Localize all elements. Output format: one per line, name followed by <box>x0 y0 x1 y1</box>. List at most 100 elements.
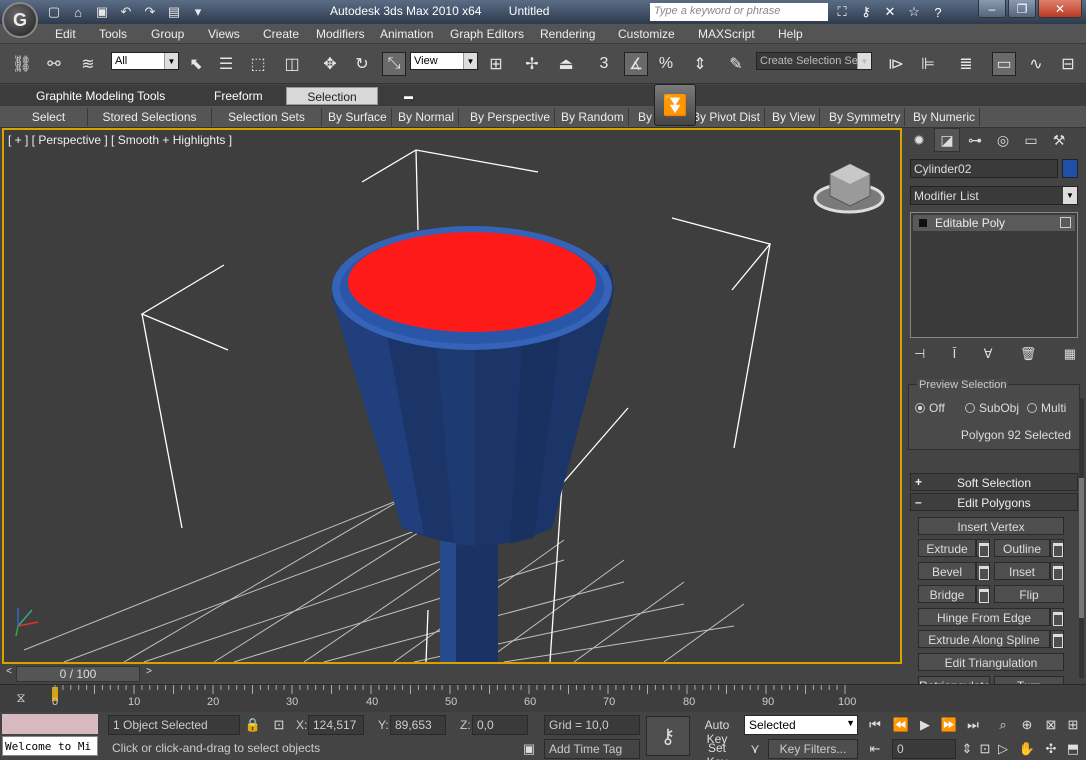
hierarchy-tab-icon[interactable]: ⊶ <box>962 128 988 152</box>
menu-customize[interactable]: Customize <box>618 27 675 41</box>
qa-dropdown-icon[interactable]: ▾ <box>188 2 208 22</box>
by-perspective-button[interactable]: By Perspective <box>466 108 556 126</box>
motion-tab-icon[interactable]: ◎ <box>990 128 1016 152</box>
key-mode-toggle-icon[interactable]: ⋎ <box>746 740 764 758</box>
flip-button[interactable]: Flip <box>994 585 1064 603</box>
bind-spacewarp-icon[interactable]: ≋ <box>76 52 100 76</box>
time-config-icon[interactable]: ⊡ <box>976 740 994 758</box>
new-file-icon[interactable]: ▢ <box>44 2 64 22</box>
menu-views[interactable]: Views <box>208 27 240 41</box>
by-pivot-dist-button[interactable]: By Pivot Dist <box>688 108 766 126</box>
edit-triangulation-button[interactable]: Edit Triangulation <box>918 653 1064 671</box>
select-manipulate-icon[interactable]: ✢ <box>520 52 544 76</box>
perspective-viewport[interactable]: [ + ] [ Perspective ] [ Smooth + Highlig… <box>2 128 902 664</box>
field-of-view-icon[interactable]: ▷ <box>994 740 1012 758</box>
outline-button[interactable]: Outline <box>994 539 1050 557</box>
edit-named-sel-icon[interactable]: ✎ <box>724 52 748 76</box>
by-view-button[interactable]: By View <box>768 108 821 126</box>
bridge-button[interactable]: Bridge <box>918 585 976 603</box>
scale-icon[interactable]: ⤡ <box>382 52 406 76</box>
scrollbar-thumb[interactable] <box>1079 478 1084 618</box>
rect-selection-icon[interactable]: ⬚ <box>246 52 270 76</box>
add-time-tag-button[interactable]: Add Time Tag <box>544 739 640 759</box>
welcome-text[interactable]: Welcome to Mi <box>2 736 98 756</box>
modifier-list-select[interactable]: Modifier List ▼ <box>910 186 1078 205</box>
menu-create[interactable]: Create <box>263 27 299 41</box>
undo-icon[interactable]: ↶ <box>116 2 136 22</box>
preview-subobj-radio[interactable]: SubObj <box>965 401 1019 415</box>
select-button[interactable]: Select <box>10 108 88 126</box>
make-unique-icon[interactable]: ∀ <box>984 346 993 364</box>
menu-edit[interactable]: Edit <box>55 27 76 41</box>
command-panel-scrollbar[interactable] <box>1079 398 1084 678</box>
expand-icon[interactable] <box>919 219 927 227</box>
selection-sets-button[interactable]: Selection Sets <box>212 108 322 126</box>
by-random-button[interactable]: By Random <box>557 108 629 126</box>
link-icon[interactable]: ⛓ <box>10 52 34 76</box>
time-tag-icon[interactable]: ▣ <box>520 740 538 758</box>
ribbon-minimize-icon[interactable]: ▬ <box>396 87 421 105</box>
next-frame-icon[interactable]: ⏩ <box>940 716 958 734</box>
menu-tools[interactable]: Tools <box>99 27 127 41</box>
named-selection-input[interactable]: Create Selection Se ▼ <box>756 52 872 70</box>
zoom-extents-all-icon[interactable]: ⊞ <box>1064 716 1082 734</box>
snap-3d-icon[interactable]: 3 <box>592 52 616 76</box>
object-name-field[interactable]: Cylinder02 <box>910 159 1058 178</box>
schematic-view-icon[interactable]: ⊟ <box>1056 52 1080 76</box>
hinge-from-edge-button[interactable]: Hinge From Edge <box>918 608 1050 626</box>
create-tab-icon[interactable]: ✹ <box>906 128 932 152</box>
keyboard-shortcut-icon[interactable]: ⏏ <box>554 52 578 76</box>
configure-sets-icon[interactable]: ▦ <box>1064 346 1076 364</box>
auto-key-button[interactable]: Auto Key <box>692 716 742 746</box>
track-bar[interactable]: ⧖ 10 20 30 40 50 60 70 80 90 100 0 <box>0 684 1086 712</box>
layer-manager-icon[interactable]: ≣ <box>954 52 978 76</box>
menu-group[interactable]: Group <box>151 27 184 41</box>
binoculars-icon[interactable]: ⛶ <box>832 2 852 22</box>
utilities-tab-icon[interactable]: ⚒ <box>1046 128 1072 152</box>
track-ruler[interactable]: 10 20 30 40 50 60 70 80 90 100 0 <box>52 685 902 713</box>
app-menu-logo[interactable]: G <box>2 2 38 38</box>
tab-selection[interactable]: Selection <box>286 87 378 105</box>
key-filters-button[interactable]: Key Filters... <box>768 739 858 759</box>
menu-help[interactable]: Help <box>778 27 803 41</box>
save-icon[interactable]: ▣ <box>92 2 112 22</box>
by-surface-button[interactable]: By Surface <box>324 108 392 126</box>
remove-modifier-icon[interactable]: 🗑 <box>1020 346 1037 364</box>
tab-graphite-modeling[interactable]: Graphite Modeling Tools <box>28 87 173 105</box>
checkbox-icon[interactable] <box>1060 217 1071 228</box>
mirror-icon[interactable]: ⧐ <box>884 52 908 76</box>
tab-freeform[interactable]: Freeform <box>206 87 271 105</box>
zoom-icon[interactable]: ⌕ <box>994 716 1012 734</box>
bevel-button[interactable]: Bevel <box>918 562 976 580</box>
align-icon[interactable]: ⊫ <box>916 52 940 76</box>
x-coordinate-field[interactable]: 124,517 <box>308 715 364 735</box>
zoom-extents-icon[interactable]: ⊠ <box>1042 716 1060 734</box>
menu-rendering[interactable]: Rendering <box>540 27 595 41</box>
unlink-icon[interactable]: ⚯ <box>42 52 66 76</box>
rotate-icon[interactable]: ↻ <box>350 52 374 76</box>
key-mode-icon[interactable]: ⇤ <box>866 740 884 758</box>
viewport-label[interactable]: [ + ] [ Perspective ] [ Smooth + Highlig… <box>8 133 232 147</box>
curve-editor-icon[interactable]: ∿ <box>1024 52 1048 76</box>
time-slider-thumb[interactable]: 0 / 100 <box>16 666 140 682</box>
extrude-settings-icon[interactable] <box>976 539 990 557</box>
preview-off-radio[interactable]: Off <box>915 401 945 415</box>
extrude-spline-settings-icon[interactable] <box>1050 630 1064 648</box>
window-crossing-icon[interactable]: ◫ <box>280 52 304 76</box>
bevel-settings-icon[interactable] <box>976 562 990 580</box>
move-icon[interactable]: ✥ <box>318 52 342 76</box>
maximize-viewport-icon[interactable]: ⬒ <box>1064 740 1082 758</box>
set-key-button[interactable]: Set Key <box>692 739 742 760</box>
extrude-button[interactable]: Extrude <box>918 539 976 557</box>
minimize-icon[interactable]: – <box>978 0 1006 18</box>
show-end-result-icon[interactable]: Ī <box>953 346 957 364</box>
key-icon[interactable]: ⚷ <box>856 2 876 22</box>
modify-tab-icon[interactable]: ◪ <box>934 128 960 152</box>
ref-coord-select[interactable]: View ▼ <box>410 52 478 70</box>
time-slider[interactable]: < 0 / 100 > <box>0 664 904 684</box>
go-to-end-icon[interactable]: ⏭ <box>964 716 982 734</box>
project-folder-icon[interactable]: ▤ <box>164 2 184 22</box>
percent-snap-icon[interactable]: % <box>654 52 678 76</box>
menu-graph-editors[interactable]: Graph Editors <box>450 27 524 41</box>
open-file-icon[interactable]: ⌂ <box>68 2 88 22</box>
